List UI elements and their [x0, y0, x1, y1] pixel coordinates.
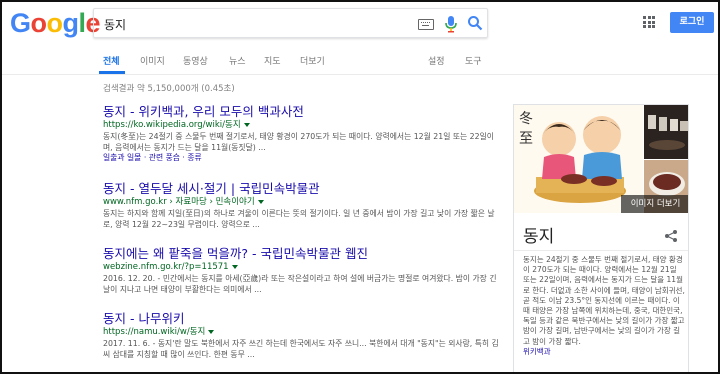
- search-icon[interactable]: [467, 15, 483, 31]
- result-snippet: 2017. 11. 6. - 동지'란 말도 북한에서 자주 쓰긴 하는데 한국…: [103, 339, 499, 359]
- source-link[interactable]: 위키백과: [523, 347, 551, 356]
- search-box: [93, 8, 488, 38]
- tab-images[interactable]: 이미지: [140, 54, 165, 67]
- tab-more[interactable]: 더보기: [300, 54, 325, 67]
- logo-letter: o: [46, 8, 64, 38]
- tab-news[interactable]: 뉴스: [229, 54, 246, 67]
- calligraphy-char-1: 冬: [519, 111, 533, 127]
- header: Google 로그인 전체 이미지 동영상 뉴스 지도 더보기 설정 도구: [0, 0, 720, 75]
- search-result: 동지 - 나무위키 https://namu.wiki/w/동지 2017. 1…: [103, 311, 503, 360]
- result-sitelinks[interactable]: 일출과 일몰 · 관련 풍습 · 종류: [103, 153, 503, 164]
- chevron-down-icon[interactable]: [208, 329, 215, 334]
- search-result: 동지 - 열두달 세시·절기 | 국립민속박물관 www.nfm.go.kr ›…: [103, 181, 503, 230]
- knowledge-panel-description: 동지는 24절기 중 스물두 번째 절기로서, 태양 황경이 270도가 되는 …: [523, 255, 685, 357]
- share-icon[interactable]: [664, 229, 678, 243]
- more-images-button[interactable]: 이미지 더보기: [621, 195, 688, 213]
- search-result: 동지에는 왜 팥죽을 먹을까? - 국립민속박물관 웹진 webzine.nfm…: [103, 246, 503, 295]
- search-result: 동지 - 위키백과, 우리 모두의 백과사전 https://ko.wikipe…: [103, 104, 503, 164]
- knowledge-panel-title: 동지: [523, 227, 555, 247]
- logo-letter: l: [78, 8, 87, 38]
- result-snippet: 동지(冬至)는 24절기 중 스물두 번째 절기로서, 태양 황경이 270도가…: [103, 132, 494, 152]
- result-url-text: https://namu.wiki/w/동지: [103, 327, 206, 337]
- result-url: https://namu.wiki/w/동지: [103, 327, 503, 338]
- active-tab-indicator: [99, 71, 125, 74]
- chevron-down-icon[interactable]: [231, 264, 238, 269]
- apps-grid-icon[interactable]: [643, 16, 655, 28]
- chevron-down-icon[interactable]: [243, 122, 250, 127]
- result-url-text: https://ko.wikipedia.org/wiki/동지: [103, 120, 241, 130]
- tab-all[interactable]: 전체: [103, 54, 120, 67]
- keyboard-icon[interactable]: [418, 19, 434, 30]
- tab-videos[interactable]: 동영상: [183, 54, 208, 67]
- knowledge-panel-thumb-image[interactable]: [644, 105, 688, 159]
- result-url-text: webzine.nfm.go.kr/?p=11571: [103, 262, 229, 272]
- description-text: 동지는 24절기 중 스물두 번째 절기로서, 태양 황경이 270도가 되는 …: [523, 255, 685, 346]
- result-stats: 검색결과 약 5,150,000개 (0.45초): [103, 84, 235, 94]
- result-url: www.nfm.go.kr › 자료마당 › 민속이야기: [103, 197, 503, 208]
- result-title-link[interactable]: 동지 - 나무위키: [103, 311, 503, 326]
- result-title-link[interactable]: 동지에는 왜 팥죽을 먹을까? - 국립민속박물관 웹진: [103, 246, 503, 261]
- logo-letter: g: [62, 8, 80, 38]
- tab-tools[interactable]: 도구: [465, 54, 482, 67]
- microphone-icon[interactable]: [444, 15, 458, 33]
- divider: [514, 250, 688, 251]
- result-title-link[interactable]: 동지 - 위키백과, 우리 모두의 백과사전: [103, 104, 503, 119]
- result-title-link[interactable]: 동지 - 열두달 세시·절기 | 국립민속박물관: [103, 181, 503, 196]
- calligraphy-char-2: 至: [519, 131, 533, 147]
- knowledge-panel: 冬 至 이미지 더보기 동지 동지는 24절기 중 스물두 번째 절기로서, 태…: [513, 104, 689, 374]
- result-snippet: 2016. 12. 20. - 민간에서는 동지를 아세(亞歲)라 또는 작은설…: [103, 274, 497, 294]
- result-url: https://ko.wikipedia.org/wiki/동지: [103, 120, 503, 131]
- chevron-down-icon[interactable]: [257, 199, 264, 204]
- logo-letter: o: [30, 8, 48, 38]
- result-url-text: www.nfm.go.kr › 자료마당 › 민속이야기: [103, 197, 255, 207]
- logo-letter: G: [10, 8, 31, 38]
- result-snippet: 동지는 하지와 함께 지일(至日)의 하나로 겨울이 이른다는 뜻의 절기이다.…: [103, 209, 495, 229]
- bowls-photo: [644, 105, 688, 159]
- tab-settings[interactable]: 설정: [428, 54, 445, 67]
- tab-maps[interactable]: 지도: [264, 54, 281, 67]
- login-button[interactable]: 로그인: [670, 12, 714, 33]
- google-logo[interactable]: Google: [10, 8, 101, 39]
- result-url: webzine.nfm.go.kr/?p=11571: [103, 262, 503, 273]
- search-input[interactable]: [102, 13, 406, 35]
